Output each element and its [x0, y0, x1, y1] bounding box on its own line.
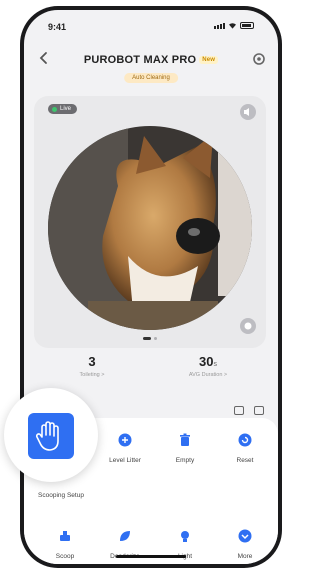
- level-litter-button[interactable]: Level Litter: [95, 432, 155, 464]
- snapshot-icon[interactable]: [240, 318, 256, 334]
- app-screen: 9:41 PUROBOT MAX PRO New Auto Cleaning Li…: [24, 10, 278, 564]
- stat-avg-duration[interactable]: 30s AVG Duration >: [150, 354, 266, 394]
- stats-row: 3 Toileting > 30s AVG Duration >: [34, 354, 266, 394]
- wifi-icon: [229, 23, 236, 29]
- speaker-icon[interactable]: [240, 104, 256, 120]
- settings-gear-icon[interactable]: [252, 52, 266, 66]
- page-title: PUROBOT MAX PRO New: [24, 54, 278, 66]
- scoop-icon: [60, 531, 70, 541]
- cat-image: [48, 126, 252, 330]
- empty-button[interactable]: Empty: [155, 432, 215, 464]
- trash-icon: [180, 433, 190, 446]
- scoop-button[interactable]: Scoop: [35, 528, 95, 560]
- toileting-label: Toileting >: [79, 372, 105, 378]
- avg-duration-value: 30s: [199, 354, 217, 369]
- level-litter-icon: [118, 433, 132, 447]
- camera-card: Live: [34, 96, 266, 348]
- calendar-icon[interactable]: [234, 406, 244, 415]
- more-label: More: [237, 553, 253, 560]
- more-button[interactable]: More: [215, 528, 275, 560]
- reset-label: Reset: [236, 457, 254, 464]
- leaf-icon: [120, 531, 130, 541]
- status-bar: 9:41: [24, 10, 278, 38]
- scooping-setup-label: Scooping Setup: [38, 492, 84, 499]
- edit-icon[interactable]: [254, 406, 264, 415]
- reset-icon: [238, 433, 252, 447]
- home-indicator: [116, 555, 186, 558]
- phone-frame: 9:41 PUROBOT MAX PRO New Auto Cleaning Li…: [20, 6, 282, 568]
- mini-toolbar: [234, 406, 264, 415]
- level-litter-label: Level Litter: [109, 457, 141, 464]
- empty-label: Empty: [175, 457, 195, 464]
- status-badge: Auto Cleaning: [124, 73, 178, 83]
- toileting-value: 3: [88, 354, 96, 369]
- reset-button[interactable]: Reset: [215, 432, 275, 464]
- scooping-setup-button[interactable]: [28, 413, 74, 459]
- status-time: 9:41: [48, 22, 67, 32]
- avg-duration-label: AVG Duration >: [188, 372, 228, 378]
- live-label: Live: [60, 106, 72, 112]
- scoop-label: Scoop: [55, 553, 75, 560]
- chevron-down-icon: [238, 529, 252, 543]
- new-badge: New: [199, 56, 219, 65]
- live-badge: Live: [48, 104, 78, 114]
- signal-icon: [214, 23, 225, 29]
- device-name: PUROBOT MAX PRO: [83, 54, 197, 66]
- battery-icon: [240, 22, 254, 29]
- live-dot-icon: [52, 106, 57, 112]
- light-bulb-icon: [181, 531, 189, 542]
- hand-icon: [35, 421, 59, 451]
- camera-feed[interactable]: [48, 126, 252, 330]
- status-icons: [214, 22, 254, 29]
- camera-page-indicator: [143, 337, 157, 340]
